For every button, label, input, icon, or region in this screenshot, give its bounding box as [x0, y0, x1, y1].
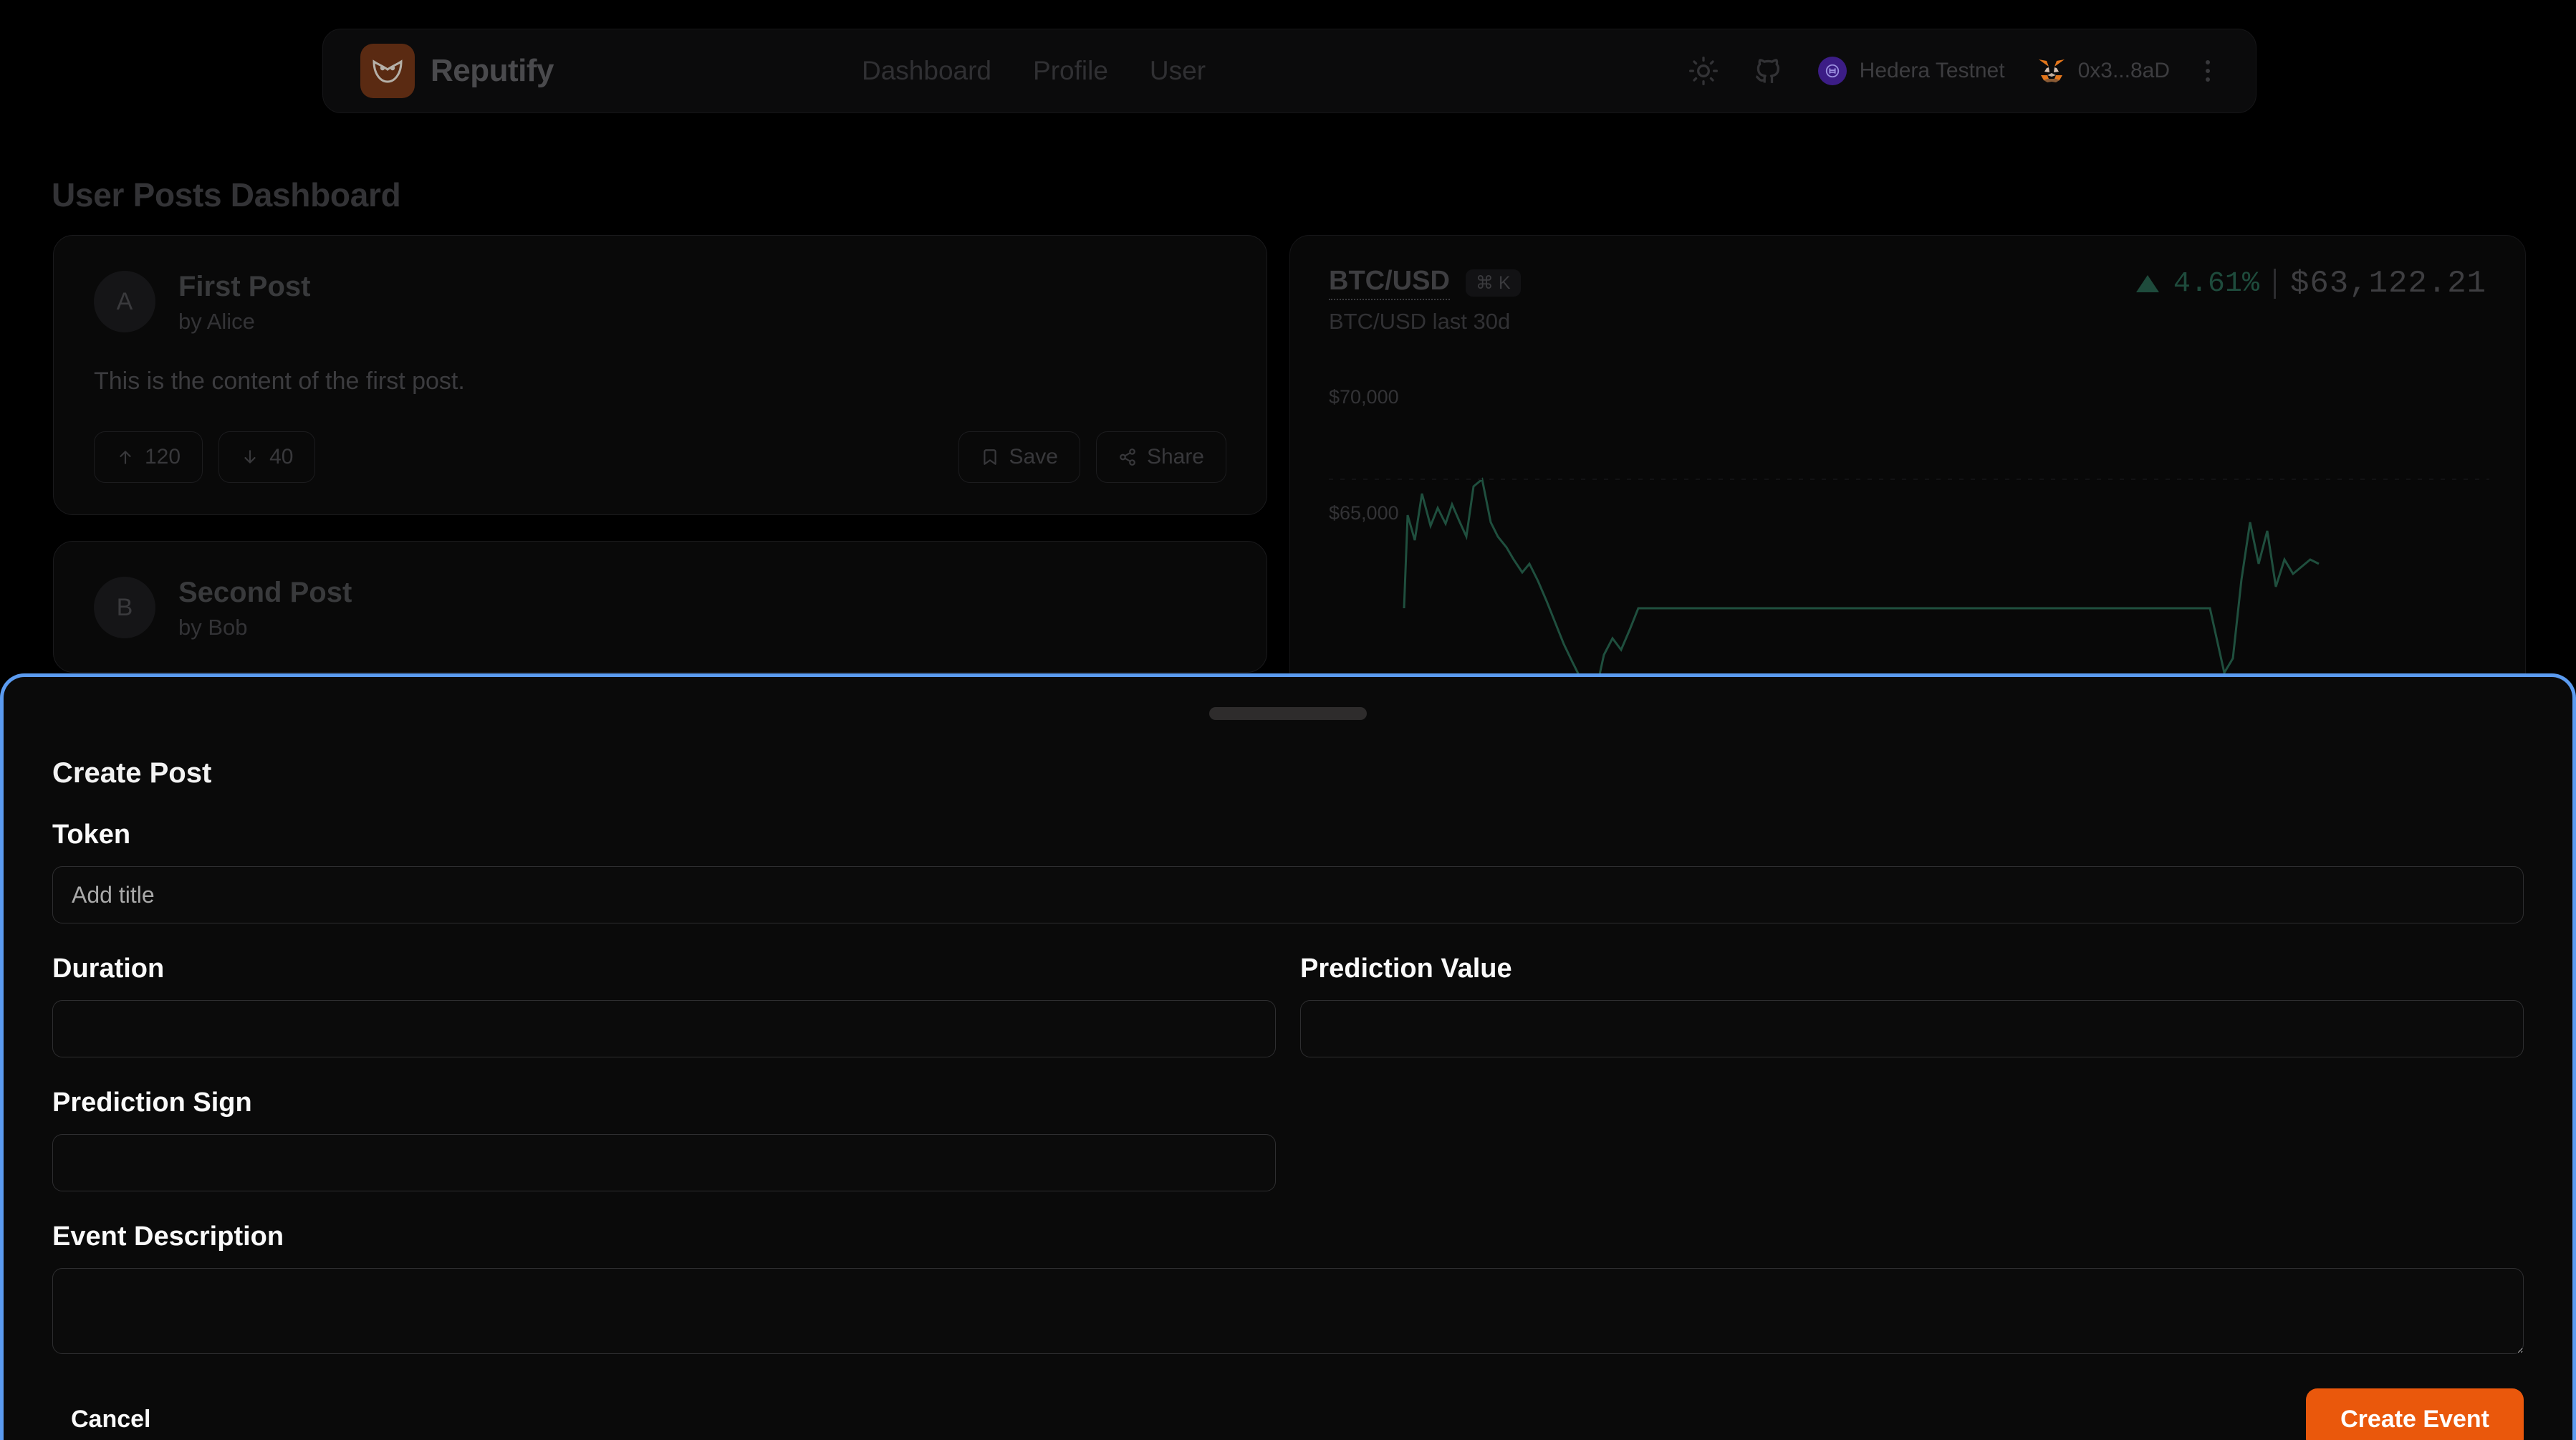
prediction-sign-input[interactable]	[52, 1134, 1276, 1191]
drag-handle[interactable]	[1209, 707, 1367, 720]
prediction-value-label: Prediction Value	[1300, 954, 1512, 984]
modal-title: Create Post	[52, 757, 212, 789]
chart-quote: 4.61% $63,122.21	[2135, 266, 2486, 302]
chart-header: BTC/USD ⌘ K BTC/USD last 30d 4.61% $63,1…	[1329, 266, 2486, 335]
post-header: B Second Post by Bob	[94, 575, 1226, 640]
post-header: A First Post by Alice	[94, 269, 1226, 335]
modal-footer: Cancel Create Event	[52, 1388, 2524, 1440]
token-label: Token	[52, 820, 131, 850]
brand-name: Reputify	[431, 53, 554, 88]
page-title: User Posts Dashboard	[52, 176, 401, 213]
current-price: $63,122.21	[2289, 266, 2486, 302]
save-button[interactable]: Save	[958, 431, 1080, 483]
arrow-up-icon	[120, 451, 131, 464]
duration-label: Duration	[52, 954, 165, 984]
bookmark-icon	[983, 449, 996, 465]
save-label: Save	[1009, 445, 1058, 469]
field-prediction-sign: Prediction Sign	[52, 1088, 2524, 1191]
nav-link-user[interactable]: User	[1150, 56, 1206, 86]
prediction-value-input[interactable]	[1300, 1000, 2524, 1057]
quote-divider	[2273, 269, 2276, 299]
post-content: This is the content of the first post.	[94, 368, 465, 395]
hedera-icon	[1817, 57, 1847, 85]
chart-subtitle: BTC/USD last 30d	[1329, 309, 1511, 334]
navbar: Reputify Dashboard Profile User Hedera T…	[322, 29, 2257, 113]
downvote-count: 40	[269, 445, 294, 469]
nav-link-dashboard[interactable]: Dashboard	[862, 56, 991, 86]
upvote-count: 120	[145, 445, 181, 469]
arrow-down-icon	[244, 450, 256, 464]
post-author: by Bob	[178, 615, 248, 640]
app-root: Reputify Dashboard Profile User Hedera T…	[0, 0, 2576, 1440]
avatar: B	[94, 577, 155, 638]
prediction-sign-label: Prediction Sign	[52, 1088, 252, 1118]
event-description-label: Event Description	[52, 1221, 284, 1252]
field-duration: Duration	[52, 954, 1276, 1057]
nav-link-profile[interactable]: Profile	[1033, 56, 1108, 86]
triangle-up-icon	[2135, 275, 2159, 292]
reputify-owl-logo-icon	[360, 44, 415, 98]
token-input[interactable]	[52, 866, 2524, 923]
post-card[interactable]: B Second Post by Bob	[53, 541, 1267, 673]
post-title: Second Post	[178, 577, 352, 608]
duration-input[interactable]	[52, 1000, 1276, 1057]
cancel-button[interactable]: Cancel	[52, 1393, 170, 1440]
downvote-button[interactable]: 40	[218, 431, 316, 483]
post-card[interactable]: A First Post by Alice This is the conten…	[53, 235, 1267, 515]
field-prediction-value: Prediction Value	[1300, 954, 2524, 1057]
navbar-right: Hedera Testnet 0x3...8aD	[1685, 52, 2219, 90]
duration-prediction-row: Duration Prediction Value	[52, 923, 2524, 1057]
change-percent: 4.61%	[2173, 267, 2259, 300]
chain-label: Hedera Testnet	[1859, 59, 2005, 82]
create-event-button[interactable]: Create Event	[2306, 1388, 2524, 1440]
share-icon	[1120, 448, 1135, 466]
share-label: Share	[1146, 445, 1204, 469]
event-description-textarea[interactable]	[52, 1268, 2524, 1354]
share-button[interactable]: Share	[1095, 431, 1226, 483]
post-author: by Alice	[178, 309, 255, 334]
wallet-address: 0x3...8aD	[2077, 59, 2170, 82]
post-actions: 120 40 Save Share	[94, 431, 1226, 483]
field-token: Token	[52, 820, 2524, 923]
chart-symbol[interactable]: BTC/USD	[1329, 266, 1450, 300]
sun-icon[interactable]	[1685, 52, 1722, 90]
brand[interactable]: Reputify	[360, 44, 554, 98]
chain-selector[interactable]: Hedera Testnet	[1814, 57, 2009, 85]
wallet-button[interactable]: 0x3...8aD	[2037, 58, 2170, 84]
nav-links: Dashboard Profile User	[862, 56, 1206, 86]
metamask-fox-icon	[2037, 58, 2067, 84]
keyboard-shortcut-badge: ⌘ K	[1465, 269, 1521, 297]
create-post-modal: Create Post Token Duration Prediction Va…	[0, 673, 2576, 1440]
github-icon[interactable]	[1749, 52, 1787, 90]
kebab-menu-icon[interactable]	[2197, 56, 2219, 86]
field-event-description: Event Description	[52, 1221, 2524, 1354]
posts-list: A First Post by Alice This is the conten…	[53, 235, 1267, 699]
upvote-button[interactable]: 120	[94, 431, 203, 483]
avatar: A	[94, 271, 155, 332]
post-title: First Post	[178, 271, 311, 302]
